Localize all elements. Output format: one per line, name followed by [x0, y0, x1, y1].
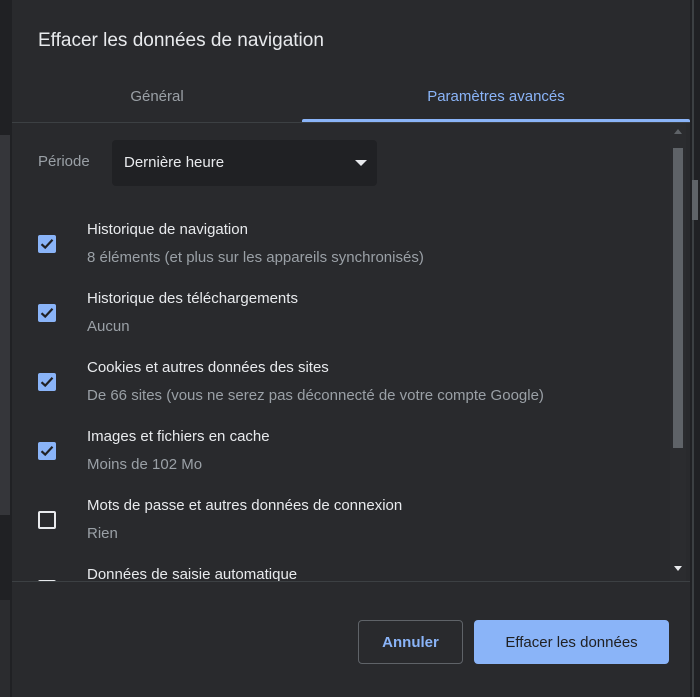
options-list[interactable]: Période Dernière heure Historique de nav… — [12, 123, 690, 581]
background-panel — [0, 600, 10, 697]
checkbox-item-title: Données de saisie automatique — [87, 566, 298, 581]
scrollbar-thumb[interactable] — [673, 148, 683, 448]
caret-down-icon — [355, 160, 367, 166]
clear-browsing-data-dialog: Effacer les données de navigation Généra… — [12, 0, 690, 697]
checkbox-item-title: Mots de passe et autres données de conne… — [87, 497, 403, 514]
checkbox-item[interactable]: Cookies et autres données des sites De 66… — [12, 353, 662, 413]
checkbox-item[interactable]: Historique de navigation 8 éléments (et p… — [12, 215, 662, 275]
cancel-button[interactable]: Annuler — [358, 620, 463, 664]
background-panel — [0, 135, 10, 515]
scroll-up-arrow-icon[interactable] — [674, 129, 682, 134]
checkmark-icon — [40, 239, 54, 250]
period-label: Période — [38, 153, 90, 170]
checkbox-item-title: Images et fichiers en cache — [87, 428, 270, 445]
checkbox-checked[interactable] — [38, 442, 56, 460]
period-select[interactable]: Dernière heure — [112, 140, 377, 186]
checkmark-icon — [40, 377, 54, 388]
scroll-down-arrow-icon[interactable] — [674, 566, 682, 571]
checkbox-item[interactable]: Données de saisie automatique — [12, 560, 662, 581]
tab-advanced[interactable]: Paramètres avancés — [302, 72, 690, 120]
checkmark-icon — [40, 308, 54, 319]
checkbox-item-title: Historique des téléchargements — [87, 290, 298, 307]
checkbox-item-subtitle: Rien — [87, 525, 118, 542]
tab-bar: Général Paramètres avancés — [12, 72, 690, 122]
dialog-title: Effacer les données de navigation — [38, 30, 324, 51]
clear-data-button[interactable]: Effacer les données — [474, 620, 669, 664]
checkbox-item-subtitle: De 66 sites (vous ne serez pas déconnect… — [87, 387, 544, 404]
checkbox-item[interactable]: Images et fichiers en cache Moins de 102 … — [12, 422, 662, 482]
checkbox-item[interactable]: Mots de passe et autres données de conne… — [12, 491, 662, 551]
checkbox-item[interactable]: Historique des téléchargements Aucun — [12, 284, 662, 344]
checkbox-item-subtitle: Moins de 102 Mo — [87, 456, 203, 473]
period-select-value: Dernière heure — [124, 154, 225, 171]
checkbox-checked[interactable] — [38, 373, 56, 391]
checkbox-unchecked[interactable] — [38, 511, 56, 529]
background-left — [0, 0, 12, 697]
scrollbar[interactable] — [670, 123, 686, 581]
tab-general[interactable]: Général — [12, 72, 302, 120]
footer-divider — [12, 581, 690, 582]
background-border — [692, 0, 694, 697]
background-right — [690, 0, 700, 697]
background-scroll-marker — [692, 180, 698, 220]
checkbox-item-title: Cookies et autres données des sites — [87, 359, 329, 376]
checkmark-icon — [40, 446, 54, 457]
checkbox-item-subtitle: 8 éléments (et plus sur les appareils sy… — [87, 249, 424, 266]
checkbox-checked[interactable] — [38, 235, 56, 253]
checkbox-checked[interactable] — [38, 304, 56, 322]
checkbox-item-subtitle: Aucun — [87, 318, 130, 335]
checkbox-item-title: Historique de navigation — [87, 221, 248, 238]
